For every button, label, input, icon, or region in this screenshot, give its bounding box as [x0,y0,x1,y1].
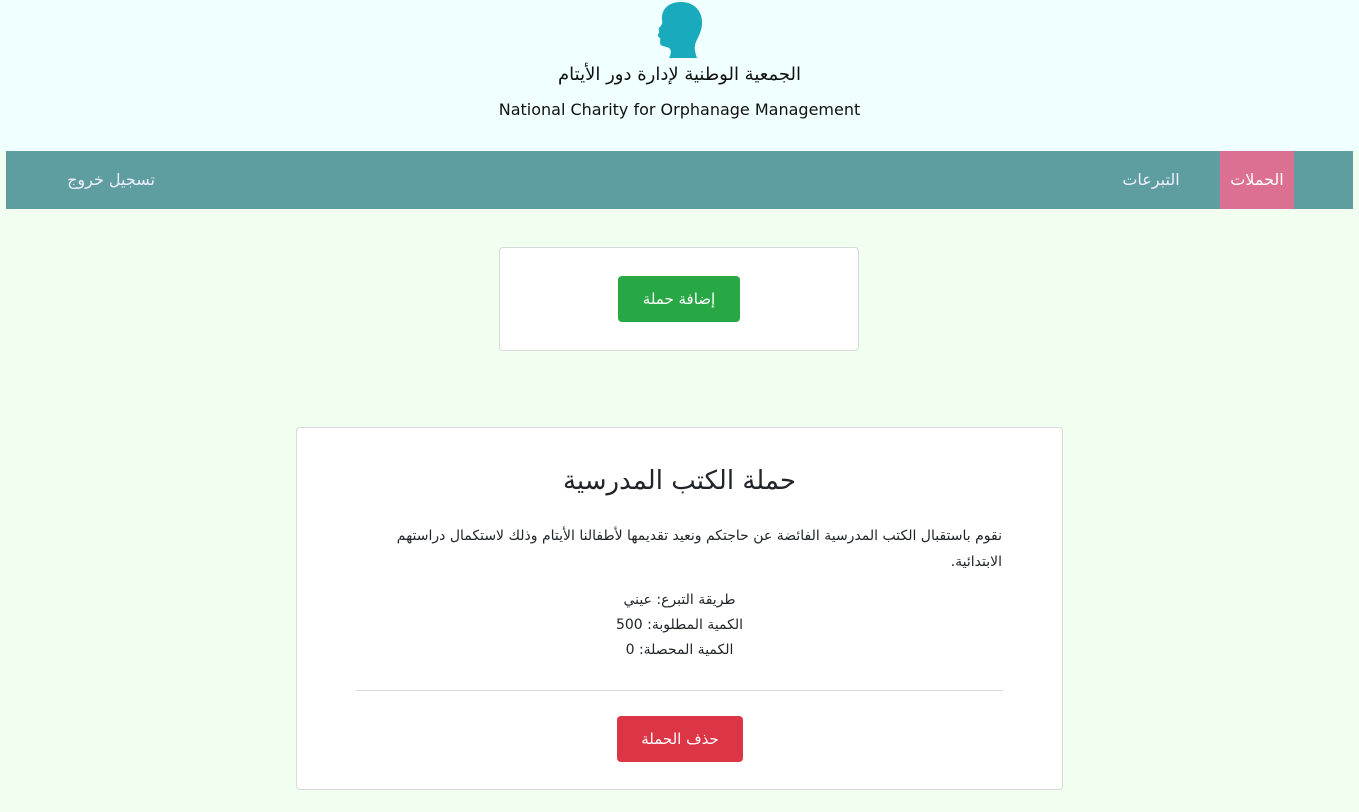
campaign-details: طريقة التبرع: عيني الكمية المطلوبة: 500 … [297,588,1062,663]
org-name-arabic: الجمعية الوطنية لإدارة دور الأيتام [558,64,801,85]
main-navbar: الحملات التبرعات تسجيل خروج [6,151,1353,209]
collected-quantity: الكمية المحصلة: 0 [625,642,734,658]
campaign-description: نقوم باستقبال الكتب المدرسية الفائضة عن … [396,528,1002,570]
logout-link[interactable]: تسجيل خروج [56,151,166,209]
campaign-card: حملة الكتب المدرسية نقوم باستقبال الكتب … [296,427,1063,790]
child-head-silhouette-icon [657,2,703,58]
campaign-title: حملة الكتب المدرسية [562,466,796,496]
nav-donations-tab[interactable]: التبرعات [1116,151,1186,209]
add-campaign-button[interactable]: إضافة حملة [618,276,740,322]
card-divider [356,690,1003,691]
donation-method: طريقة التبرع: عيني [623,592,736,608]
required-quantity: الكمية المطلوبة: 500 [615,617,744,633]
nav-campaigns-tab[interactable]: الحملات [1220,151,1294,209]
site-header: الجمعية الوطنية لإدارة دور الأيتام Natio… [0,0,1359,151]
add-campaign-card: إضافة حملة [499,247,859,351]
delete-campaign-button[interactable]: حذف الحملة [617,716,743,762]
org-name-english: National Charity for Orphanage Managemen… [498,100,861,119]
